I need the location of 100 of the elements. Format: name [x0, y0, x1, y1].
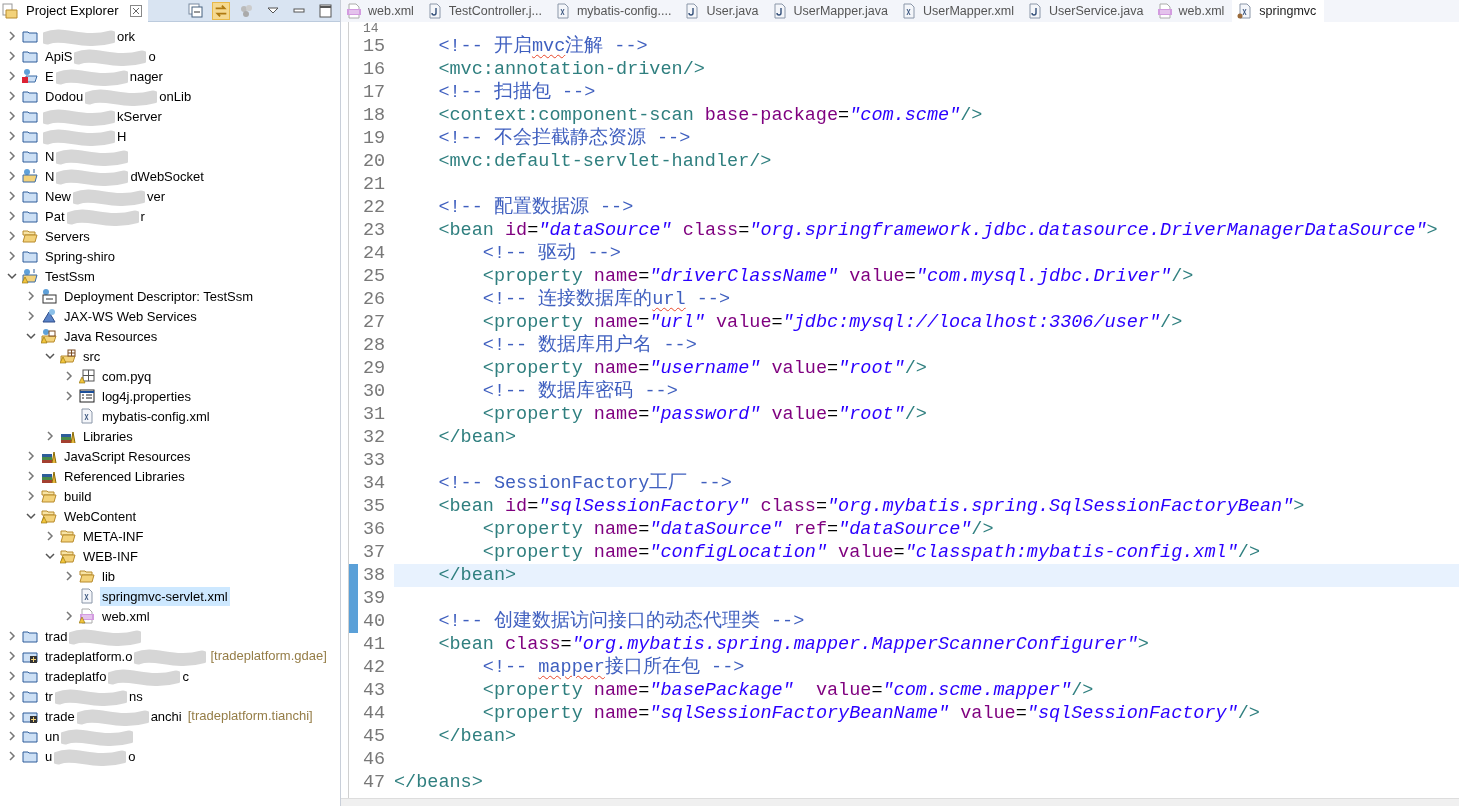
editor-tab[interactable]: UserMapper.xml	[896, 0, 1023, 22]
equals-sign: =	[771, 312, 783, 333]
tree-item-label[interactable]: anchi	[148, 706, 184, 726]
redaction-scribble	[43, 27, 115, 45]
tree-item-label[interactable]: r	[138, 206, 147, 226]
attribute-name: base-package	[704, 105, 839, 126]
attribute-value: "dataSource"	[649, 519, 783, 540]
tree-item[interactable]: mybatis-config.xml	[100, 406, 212, 426]
tree-item[interactable]: Deployment Descriptor: TestSsm	[62, 286, 256, 306]
tree-item-label[interactable]: trade	[43, 706, 77, 726]
attribute-value: "classpath:mybatis-config.xml"	[904, 542, 1238, 563]
tree-item[interactable]: com.pyq	[100, 366, 154, 386]
tree-item-label[interactable]: dWebSocket	[128, 166, 206, 186]
tree-item-label[interactable]: onLib	[157, 86, 194, 106]
horizontal-scrollbar[interactable]	[341, 798, 1459, 806]
tree-item[interactable]: WEB-INF	[81, 546, 140, 566]
xml-tag: />	[1237, 703, 1260, 724]
equals-sign: =	[815, 496, 827, 517]
editor-tab[interactable]: UserService.java	[1022, 0, 1152, 22]
tree-item-label[interactable]: o	[126, 746, 138, 766]
xml-tag: >	[1426, 220, 1438, 241]
comment-text: -->	[696, 289, 731, 310]
tree-item[interactable]: build	[62, 486, 94, 506]
tree-item-label[interactable]: o	[146, 46, 158, 66]
tree-item[interactable]: WebContent	[62, 506, 139, 526]
editor-tab[interactable]: web.xml	[341, 0, 422, 22]
tree-item-label[interactable]: H	[115, 126, 129, 146]
equals-sign: =	[827, 358, 839, 379]
equals-sign: =	[1015, 703, 1027, 724]
tree-item-label[interactable]: ork	[115, 26, 138, 46]
equals-sign: =	[893, 542, 905, 563]
editor-tab[interactable]: TestController.j...	[421, 0, 550, 22]
attribute-name: id	[505, 220, 528, 241]
tree-item[interactable]: src	[81, 346, 103, 366]
tree-item-label[interactable]: nager	[127, 66, 165, 86]
link-editor-icon[interactable]	[212, 1, 230, 20]
attribute-value: "driverClassName"	[649, 266, 839, 287]
tree-item-label[interactable]: Dodou	[43, 86, 86, 106]
tree-item-label[interactable]: Pat	[43, 206, 67, 226]
close-icon[interactable]	[130, 5, 143, 17]
tree-item[interactable]: JavaScript Resources	[62, 446, 193, 466]
java-file-icon	[771, 3, 788, 19]
attribute-value: "sqlSessionFactory"	[538, 496, 750, 517]
attribute-name: ref	[793, 519, 827, 540]
tree-item-label[interactable]: tradeplatfo	[43, 666, 109, 686]
comment-text: <!-- 驱动 -->	[482, 243, 621, 264]
tree-item-label[interactable]: tr	[43, 686, 55, 706]
tree-item[interactable]: TestSsm	[43, 266, 97, 286]
repository-tag: [tradeplatform.tianchi]	[187, 706, 313, 726]
tree-item-label[interactable]: ns	[126, 686, 145, 706]
xml-tag: />	[1160, 312, 1183, 333]
tree-item-label[interactable]: c	[180, 666, 191, 686]
line-number: 38	[358, 564, 394, 587]
tree-item-label[interactable]: New	[43, 186, 73, 206]
editor-tab[interactable]: web.xml	[1151, 0, 1233, 22]
tree-item[interactable]: Servers	[43, 226, 92, 246]
tree-item-label[interactable]: E	[43, 66, 56, 86]
xml-tag: />	[960, 105, 983, 126]
tree-item-label[interactable]: ver	[145, 186, 168, 206]
xml-tag: <property	[482, 680, 583, 701]
equals-sign: =	[527, 220, 539, 241]
attribute-name: name	[593, 703, 639, 724]
tree-item[interactable]: web.xml	[100, 606, 152, 626]
tree-item-label[interactable]: N	[43, 146, 57, 166]
tree-item-label[interactable]: u	[43, 746, 55, 766]
editor-tab[interactable]: springmvc	[1232, 0, 1325, 22]
tree-item[interactable]: lib	[100, 566, 117, 586]
xml-tag: >	[1137, 634, 1149, 655]
tree-item[interactable]: log4j.properties	[100, 386, 193, 406]
maximize-icon[interactable]	[316, 1, 334, 20]
attribute-name: class	[682, 220, 739, 241]
tree-item[interactable]: Libraries	[81, 426, 135, 446]
tree-item[interactable]: Spring-shiro	[43, 246, 118, 266]
attribute-value: "username"	[649, 358, 761, 379]
tree-item-label[interactable]: kServer	[115, 106, 164, 126]
tree-item[interactable]: JAX-WS Web Services	[62, 306, 199, 326]
equals-sign: =	[838, 105, 850, 126]
editor-tab[interactable]: UserMapper.java	[766, 0, 897, 22]
attribute-value: "password"	[649, 404, 761, 425]
xml-tag: <property	[482, 266, 583, 287]
tree-item-label[interactable]: trad	[43, 626, 70, 646]
tree-item-label[interactable]: un	[43, 726, 62, 746]
tree-item[interactable]: Referenced Libraries	[62, 466, 187, 486]
tree-item[interactable]: META-INF	[81, 526, 146, 546]
editor-tab[interactable]: User.java	[679, 0, 767, 22]
tree-item[interactable]: springmvc-servlet.xml	[100, 586, 230, 606]
tree-item-label[interactable]: N	[43, 166, 57, 186]
misspelled-word: url	[652, 289, 686, 310]
attribute-name: name	[593, 680, 639, 701]
redaction-scribble	[43, 107, 115, 125]
xml-tag: <context:component-scan	[438, 105, 694, 126]
tree-item[interactable]: Java Resources	[62, 326, 160, 346]
attribute-name: value	[771, 404, 827, 425]
tree-item-label[interactable]: ApiS	[43, 46, 75, 66]
attribute-value: "com.scme"	[849, 105, 961, 126]
collapse-all-icon[interactable]	[186, 1, 204, 20]
xml-file-icon	[1237, 3, 1254, 19]
tree-item-label[interactable]: tradeplatform.o	[43, 646, 135, 666]
editor-tab[interactable]: mybatis-config....	[549, 0, 680, 22]
equals-sign: =	[638, 266, 650, 287]
